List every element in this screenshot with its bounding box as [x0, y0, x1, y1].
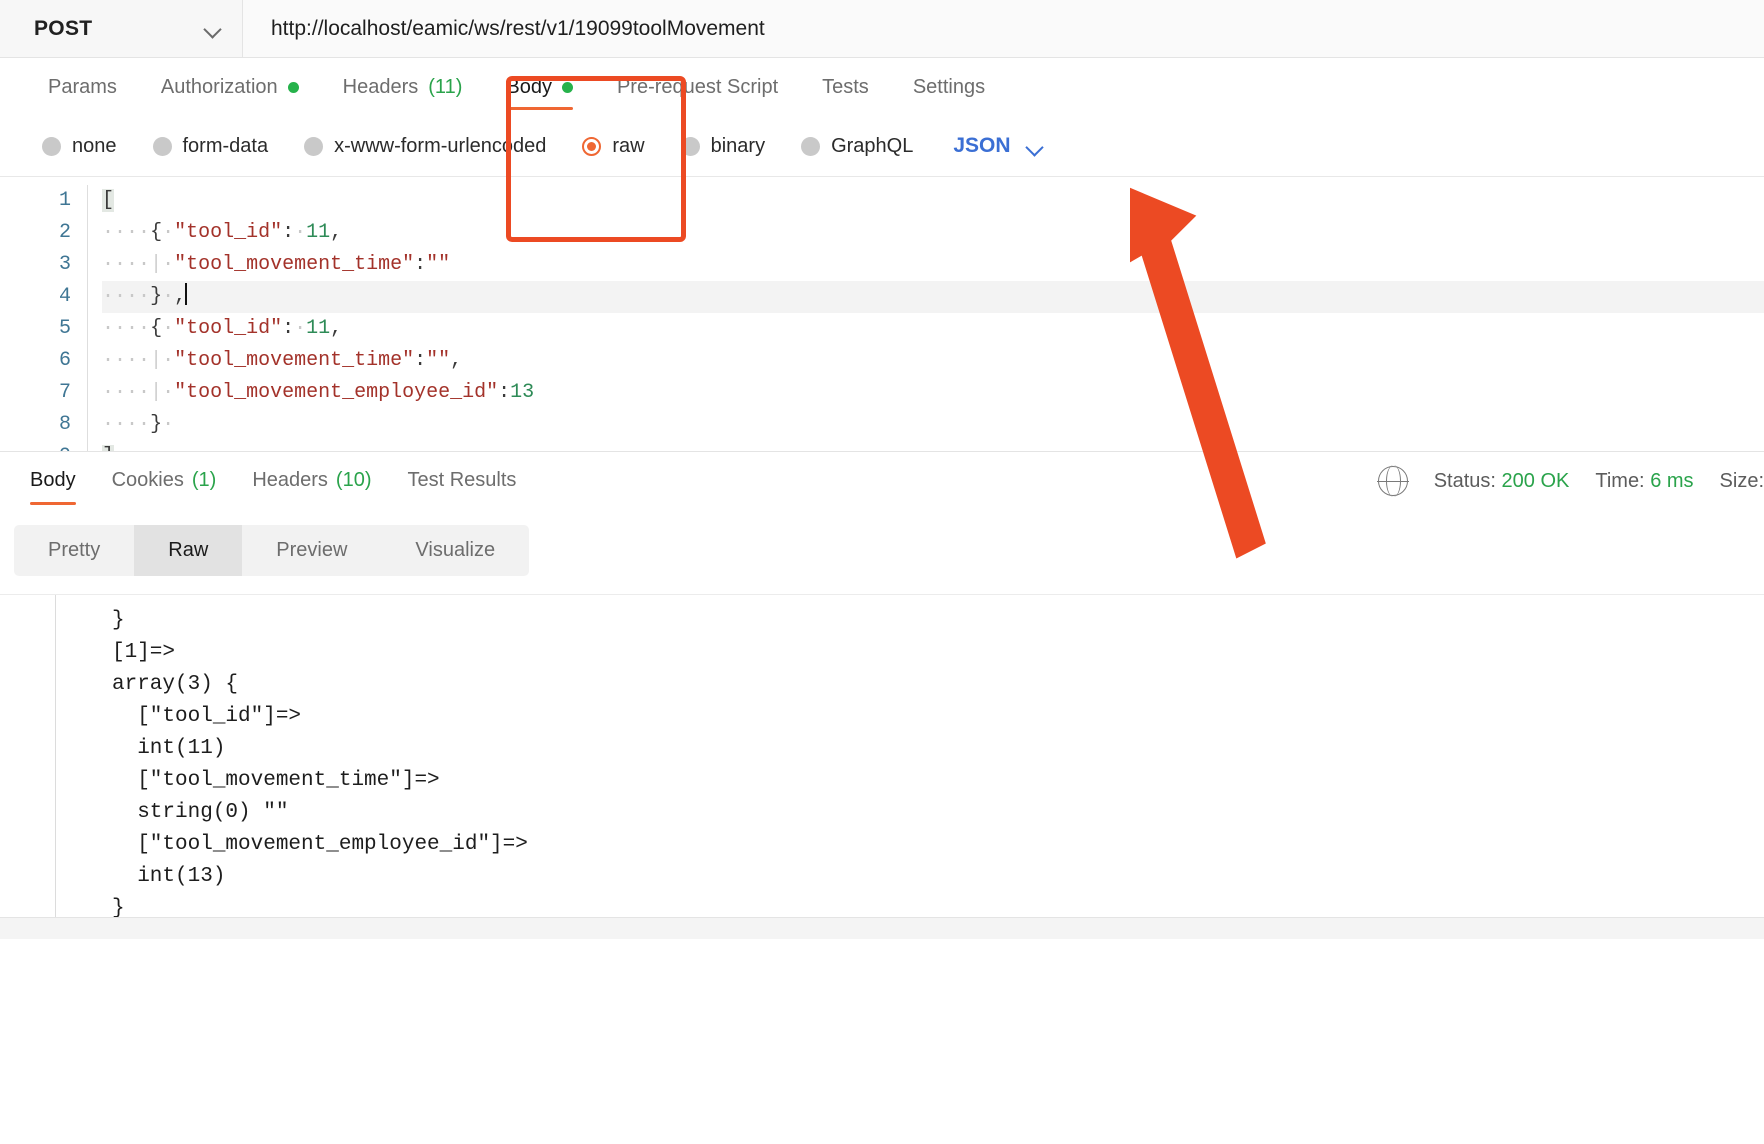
request-tab-pre-request-script[interactable]: Pre-request Script — [595, 58, 800, 116]
radio-button-icon[interactable] — [801, 136, 821, 156]
body-type-label: GraphQL — [831, 134, 914, 157]
tab-count-badge: (11) — [428, 75, 463, 98]
tab-label: Tests — [822, 75, 869, 98]
tab-label: Test Results — [407, 469, 517, 491]
radio-button-icon[interactable] — [42, 136, 61, 156]
tab-label: Body — [506, 75, 552, 98]
response-tab-bar: Body Cookies (1) Headers (10) Test Results St… — [0, 451, 1764, 509]
body-format-label: JSON — [953, 134, 1011, 157]
text-cursor — [185, 283, 188, 305]
request-tab-headers[interactable]: Headers (11) — [321, 58, 485, 116]
code-line[interactable]: [ — [102, 185, 1764, 217]
http-method-selector[interactable]: POST — [0, 0, 243, 57]
line-number: 9 — [0, 441, 71, 451]
bottom-status-strip — [0, 917, 1764, 939]
tab-label: Body — [30, 469, 76, 491]
body-type-option-x-www-form-urlencoded[interactable]: x-www-form-urlencoded — [286, 135, 564, 158]
code-line[interactable]: ····{·"tool_id":·11, — [102, 313, 1764, 345]
line-number: 6 — [58, 349, 71, 372]
tab-label: Authorization — [160, 75, 278, 98]
response-view-visualize[interactable]: Visualize — [381, 525, 529, 576]
code-line[interactable]: ····|·"tool_movement_time":"", — [102, 345, 1764, 377]
url-bar: POST http://localhost/eamic/ws/rest/v1/1… — [0, 0, 1764, 58]
code-line[interactable]: ····}·, — [102, 281, 1764, 313]
body-type-label: raw — [612, 134, 645, 157]
postman-request-response-view: POST http://localhost/eamic/ws/rest/v1/1… — [0, 0, 1764, 1144]
line-number: 5 — [58, 317, 71, 340]
response-tab-headers[interactable]: Headers (10) — [234, 452, 389, 510]
code-line[interactable]: ····{·"tool_id":·11, — [102, 217, 1764, 249]
code-line[interactable]: ····|·"tool_movement_employee_id":13 — [102, 377, 1764, 409]
response-tab-cookies[interactable]: Cookies (1) — [94, 452, 235, 510]
tab-label: Cookies — [111, 469, 184, 491]
chevron-down-icon — [205, 21, 220, 36]
body-type-option-binary[interactable]: binary — [663, 135, 783, 158]
url-input[interactable]: http://localhost/eamic/ws/rest/v1/19099t… — [243, 0, 1764, 57]
response-tab-body[interactable]: Body — [12, 452, 94, 510]
response-view-preview[interactable]: Preview — [242, 525, 381, 576]
tab-label: Headers — [342, 75, 419, 98]
tab-label: Settings — [912, 75, 986, 98]
response-meta: Status: 200 OK Time: 6 ms Size: — [1376, 452, 1764, 510]
tab-count-badge: (1) — [191, 469, 217, 491]
time-value: 6 ms — [1650, 469, 1694, 492]
radio-button-icon[interactable] — [582, 136, 602, 156]
line-number: 8 — [58, 413, 71, 436]
response-view-raw[interactable]: Raw — [134, 525, 243, 576]
tab-label: Params — [48, 75, 117, 98]
green-dot-indicator-icon — [287, 81, 299, 93]
green-dot-indicator-icon — [561, 81, 573, 93]
response-view-switch: Pretty Raw Preview Visualize — [0, 509, 1764, 576]
request-tab-settings[interactable]: Settings — [891, 58, 1007, 116]
http-method-label: POST — [34, 16, 93, 40]
status-value: 200 OK — [1501, 469, 1570, 492]
body-type-option-none[interactable]: none — [24, 135, 135, 158]
radio-button-icon[interactable] — [304, 136, 324, 156]
body-format-selector[interactable]: JSON — [953, 134, 1041, 158]
radio-button-icon[interactable] — [680, 136, 700, 156]
code-line[interactable]: ] — [102, 441, 1764, 451]
code-line[interactable]: ····}· — [102, 409, 1764, 441]
request-tab-authorization[interactable]: Authorization — [139, 58, 321, 116]
status-label: Status: 200 OK — [1433, 469, 1570, 492]
body-type-label: none — [72, 134, 117, 157]
code-line[interactable]: ····|·"tool_movement_time":"" — [102, 249, 1764, 281]
size-label: Size: — [1719, 469, 1764, 492]
body-type-option-form-data[interactable]: form-data — [135, 135, 287, 158]
line-number: 7 — [58, 381, 71, 404]
request-tab-bar: Params Authorization Headers (11) Body Pre-re… — [0, 58, 1764, 116]
chevron-down-icon — [1027, 139, 1042, 154]
time-label: Time: 6 ms — [1595, 469, 1694, 492]
response-body-text: } [1]=> array(3) { ["tool_id"]=> int(11)… — [55, 595, 1764, 939]
radio-button-icon[interactable] — [152, 136, 172, 156]
body-type-label: form-data — [182, 134, 269, 157]
request-tab-params[interactable]: Params — [26, 58, 139, 116]
response-tab-test-results[interactable]: Test Results — [390, 452, 535, 510]
globe-icon — [1376, 465, 1409, 497]
request-tab-body[interactable]: Body — [484, 58, 595, 116]
line-number: 3 — [58, 253, 71, 276]
editor-code-area[interactable]: [····{·"tool_id":·11, ····|·"tool_movemen… — [88, 185, 1764, 451]
request-tab-tests[interactable]: Tests — [800, 58, 891, 116]
body-type-label: binary — [710, 134, 766, 157]
line-number: 1 — [58, 189, 71, 212]
tab-count-badge: (10) — [335, 469, 372, 491]
request-body-editor[interactable]: 123456789 [····{·"tool_id":·11,····|·"to… — [0, 176, 1764, 451]
response-view-pretty[interactable]: Pretty — [14, 525, 134, 576]
editor-line-numbers: 1 2 3 4 5 6 7 8 9 — [0, 185, 88, 451]
body-type-option-graphql[interactable]: GraphQL — [783, 135, 931, 158]
tab-label: Headers — [252, 469, 328, 491]
tab-label: Pre-request Script — [616, 75, 779, 98]
line-number: 4 — [58, 285, 71, 308]
body-type-row: none form-data x-www-form-urlencoded raw bin… — [0, 116, 1764, 176]
response-body-panel[interactable]: } [1]=> array(3) { ["tool_id"]=> int(11)… — [0, 594, 1764, 939]
body-type-label: x-www-form-urlencoded — [334, 134, 547, 157]
body-type-option-raw[interactable]: raw — [564, 135, 662, 158]
line-number: 2 — [58, 221, 71, 244]
